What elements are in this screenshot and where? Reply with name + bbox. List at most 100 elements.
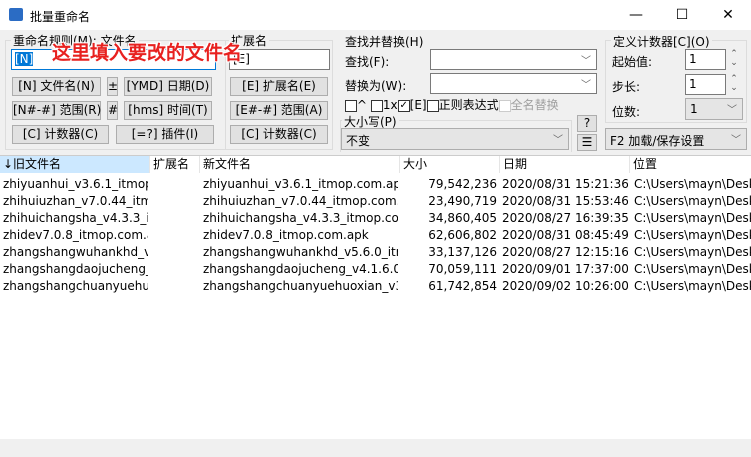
- ext-counter-button[interactable]: [C] 计数器(C): [230, 125, 328, 144]
- close-button[interactable]: ✕: [705, 0, 751, 30]
- table-row[interactable]: zhangshangdaojucheng_v4.1.6.0_... zhangsh…: [0, 261, 751, 278]
- cell-location: C:\Users\mayn\Deskt: [634, 211, 751, 225]
- cell-new-name: zhihuichangsha_v4.3.3_itmop.com...: [203, 211, 398, 225]
- plugin-button[interactable]: [=?] 插件(I): [116, 125, 214, 144]
- ext-button[interactable]: [E] 扩展名(E): [230, 77, 328, 96]
- cell-old-name: zhidev7.0.8_itmop.com.apk: [3, 228, 148, 242]
- step-input[interactable]: 1: [685, 74, 726, 95]
- cell-location: C:\Users\mayn\Deskt: [634, 279, 751, 293]
- start-input[interactable]: 1: [685, 49, 726, 70]
- range-button[interactable]: [N#-#] 范围(R): [12, 101, 101, 120]
- title-bar: 批量重命名 — ☐ ✕: [0, 0, 751, 30]
- table-row[interactable]: zhangshangwuhankhd_v5.6.0_itm... zhangsha…: [0, 244, 751, 261]
- window-title: 批量重命名: [30, 10, 91, 24]
- ext-checkbox[interactable]: ✓: [397, 99, 410, 112]
- find-label: 查找(F):: [345, 55, 390, 69]
- find-replace-label: 查找并替换(H): [343, 33, 426, 50]
- chevron-down-icon: ﹀: [581, 80, 591, 91]
- cell-size: 23,490,719: [428, 194, 497, 208]
- cell-old-name: zhangshangwuhankhd_v5.6.0_itm...: [3, 245, 148, 259]
- settings-combo[interactable]: F2 加载/保存设置 ﹀: [605, 128, 747, 150]
- cell-size: 79,542,236: [428, 177, 497, 191]
- case-combo[interactable]: 不变 ﹀: [341, 128, 569, 150]
- cell-date: 2020/08/31 15:53:46: [502, 194, 628, 208]
- cell-new-name: zhangshangdaojucheng_v4.1.6.0_i..: [203, 262, 398, 276]
- replace-label: 替换为(W):: [345, 79, 407, 93]
- list-icon: ☰: [581, 135, 593, 149]
- col-size[interactable]: 大小: [400, 156, 500, 173]
- maximize-button[interactable]: ☐: [659, 0, 705, 30]
- counter-button[interactable]: [C] 计数器(C): [12, 125, 109, 144]
- col-old-name[interactable]: ↓旧文件名: [0, 156, 150, 173]
- caret-checkbox[interactable]: [345, 99, 357, 112]
- cell-date: 2020/08/31 08:45:49: [502, 228, 628, 242]
- cell-size: 34,860,405: [428, 211, 497, 225]
- cell-date: 2020/08/27 16:39:35: [502, 211, 628, 225]
- extension-mask-input[interactable]: [E]: [229, 49, 330, 70]
- minimize-button[interactable]: —: [613, 0, 659, 30]
- time-button[interactable]: [hms] 时间(T): [124, 101, 212, 120]
- cell-new-name: zhihuiuzhan_v7.0.44_itmop.com.apk: [203, 194, 398, 208]
- table-row[interactable]: zhidev7.0.8_itmop.com.apk zhidev7.0.8_itm…: [0, 227, 751, 244]
- cell-size: 70,059,111: [428, 262, 497, 276]
- cell-location: C:\Users\mayn\Deskt: [634, 245, 751, 259]
- start-spinner[interactable]: ⌃ ⌄: [728, 50, 740, 68]
- app-icon: [9, 8, 23, 21]
- replace-combo[interactable]: ﹀: [430, 73, 597, 94]
- col-date[interactable]: 日期: [500, 156, 630, 173]
- cell-location: C:\Users\mayn\Deskt: [634, 228, 751, 242]
- cell-date: 2020/08/31 15:21:36: [502, 177, 628, 191]
- counter-label: 定义计数器[C](O): [611, 33, 712, 50]
- cell-new-name: zhangshangwuhankhd_v5.6.0_itm..: [203, 245, 398, 259]
- cell-location: C:\Users\mayn\Deskt: [634, 177, 751, 191]
- once-checkbox[interactable]: [370, 99, 383, 112]
- cell-size: 33,137,126: [428, 245, 497, 259]
- filename-button[interactable]: [N] 文件名(N): [12, 77, 101, 96]
- annotation-text: 这里填入要改的文件名: [52, 42, 243, 64]
- chevron-down-icon: ﹀: [553, 135, 563, 146]
- cell-new-name: zhidev7.0.8_itmop.com.apk: [203, 228, 369, 242]
- cell-old-name: zhihuiuzhan_v7.0.44_itmop.com.a..: [3, 194, 148, 208]
- table-row[interactable]: zhangshangchuanyuehuoxian_v3.... zhangsha…: [0, 278, 751, 295]
- digits-combo[interactable]: 1 ﹀: [685, 98, 743, 120]
- date-button[interactable]: [YMD] 日期(D): [124, 77, 212, 96]
- regex-checkbox[interactable]: [426, 99, 439, 112]
- cell-old-name: zhangshangchuanyuehuoxian_v3....: [3, 279, 148, 293]
- start-label: 起始值:: [612, 55, 653, 69]
- list-button[interactable]: ☰: [577, 134, 597, 151]
- ext-range-button[interactable]: [E#-#] 范围(A): [230, 101, 328, 120]
- options-row: ^ 1x ✓ [E] 正则表达式 全名替换: [345, 96, 559, 113]
- cell-location: C:\Users\mayn\Deskt: [634, 194, 751, 208]
- cell-date: 2020/09/02 10:26:00: [502, 279, 628, 293]
- help-button[interactable]: ?: [577, 115, 597, 132]
- chevron-down-icon: ﹀: [731, 135, 741, 146]
- cell-old-name: zhiyuanhui_v3.6.1_itmop.com.apk: [3, 177, 148, 191]
- name-mask-value: [N]: [15, 52, 34, 66]
- digits-label: 位数:: [612, 105, 641, 119]
- cell-new-name: zhiyuanhui_v3.6.1_itmop.com.apk: [203, 177, 398, 191]
- status-bar: [0, 439, 751, 457]
- cell-date: 2020/09/01 17:37:00: [502, 262, 628, 276]
- col-extension[interactable]: 扩展名: [150, 156, 200, 173]
- chevron-down-icon: ﹀: [727, 105, 737, 116]
- table-row[interactable]: zhihuiuzhan_v7.0.44_itmop.com.a.. zhihuiu…: [0, 193, 751, 210]
- table-row[interactable]: zhiyuanhui_v3.6.1_itmop.com.apk zhiyuanhu…: [0, 176, 751, 193]
- cell-date: 2020/08/27 12:15:16: [502, 245, 628, 259]
- cell-location: C:\Users\mayn\Deskt: [634, 262, 751, 276]
- table-row[interactable]: zhihuichangsha_v4.3.3_itmop.com... zhihui…: [0, 210, 751, 227]
- hash-button[interactable]: #: [107, 101, 118, 120]
- file-list[interactable]: ↓旧文件名 扩展名 新文件名 大小 日期 位置 zhiyuanhui_v3.6.…: [0, 155, 751, 439]
- chevron-down-icon: ﹀: [581, 56, 591, 67]
- fullname-checkbox[interactable]: [498, 99, 511, 112]
- col-new-name[interactable]: 新文件名: [200, 156, 400, 173]
- cell-old-name: zhihuichangsha_v4.3.3_itmop.com...: [3, 211, 148, 225]
- col-location[interactable]: 位置: [630, 156, 751, 173]
- cell-size: 62,606,802: [428, 228, 497, 242]
- cell-old-name: zhangshangdaojucheng_v4.1.6.0_...: [3, 262, 148, 276]
- cell-size: 61,742,854: [428, 279, 497, 293]
- step-label: 步长:: [612, 80, 641, 94]
- cell-new-name: zhangshangchuanyuehuoxian_v3.3....: [203, 279, 398, 293]
- find-combo[interactable]: ﹀: [430, 49, 597, 70]
- step-spinner[interactable]: ⌃ ⌄: [728, 75, 740, 93]
- plusminus-button[interactable]: ±: [107, 77, 118, 96]
